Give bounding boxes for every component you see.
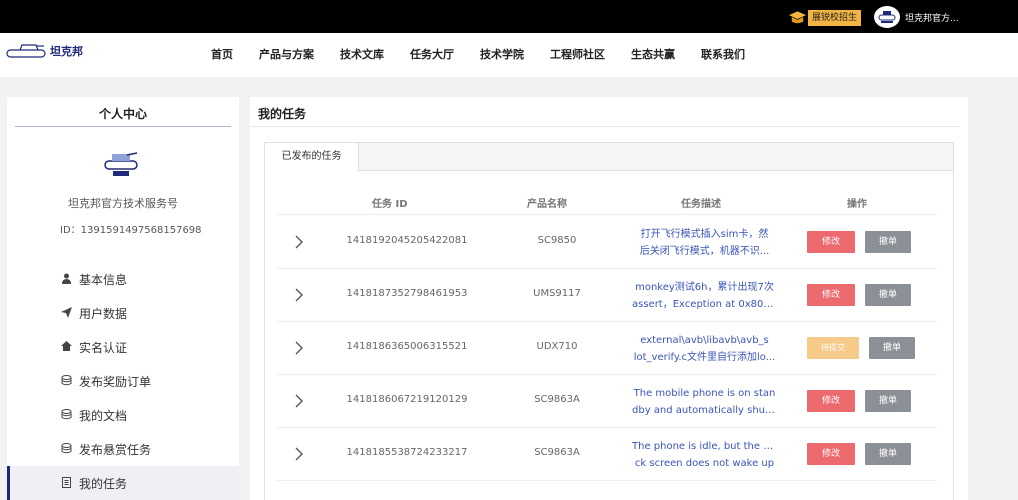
product-name: SC9863A [534, 447, 580, 458]
sidebar-item-label: 发布奖励订单 [79, 375, 152, 389]
description-line-1: The mobile phone is on stan [633, 388, 776, 399]
database-icon [61, 409, 72, 420]
task-id: 1418186067219120129 [346, 394, 468, 405]
sidebar-item-bounty-tasks[interactable]: 发布悬赏任务 [7, 434, 239, 464]
description-line-1: external\avb\libavb\avb_s [640, 335, 769, 346]
withdraw-button[interactable]: 撤单 [865, 231, 911, 253]
withdraw-button[interactable]: 撤单 [865, 284, 911, 306]
tasks-tab-panel: 已发布的任务 任务 ID 产品名称 任务描述 操作 14181920452054… [264, 142, 954, 500]
sidebar-item-label: 用户数据 [79, 307, 128, 321]
user-name: 坦克邦官方... [905, 13, 959, 24]
nav-link-academy[interactable]: 技术学院 [480, 46, 524, 62]
nav-link-contact[interactable]: 联系我们 [701, 46, 745, 62]
sidebar-title: 个人中心 [98, 107, 147, 121]
sidebar-item-label: 我的文档 [79, 409, 128, 423]
task-description[interactable]: monkey测试6h，累计出现7次 assert，Exception at 0x… [632, 279, 777, 313]
column-header-actions: 操作 [847, 199, 867, 210]
divider [250, 126, 960, 127]
account-name: 坦克邦官方技术服务号 [68, 197, 178, 210]
withdraw-button[interactable]: 撤单 [865, 443, 911, 465]
main-nav: 坦克邦 首页 产品与方案 技术文库 任务大厅 技术学院 工程师社区 生态共赢 联… [0, 33, 1018, 77]
user-menu[interactable]: 坦克邦官方... [874, 6, 959, 28]
edit-button[interactable]: 修改 [807, 443, 855, 465]
sidebar: 个人中心 坦克邦官方技术服务号 ID：1391591497568157698 基… [7, 97, 239, 500]
sidebar-item-label: 我的任务 [79, 477, 128, 491]
table-row: 1418185538724233217 SC9863A The phone is… [277, 428, 937, 481]
sidebar-item-my-docs[interactable]: 我的文档 [7, 400, 239, 430]
column-header-task-id: 任务 ID [372, 199, 408, 210]
avatar [874, 6, 900, 28]
withdraw-button[interactable]: 撤单 [869, 337, 915, 359]
home-icon [61, 341, 72, 352]
sidebar-item-basic-info[interactable]: 基本信息 [7, 264, 239, 294]
sidebar-item-reward-orders[interactable]: 发布奖励订单 [7, 366, 239, 396]
page-title: 我的任务 [258, 107, 307, 121]
sidebar-item-label: 基本信息 [79, 273, 128, 287]
edit-button[interactable]: 修改 [807, 231, 855, 253]
sidebar-item-label: 发布悬赏任务 [79, 443, 152, 457]
description-line-2: lot_verify.c文件里自行添加lo... [633, 352, 776, 363]
product-name: UMS9117 [533, 288, 581, 299]
nav-link-home[interactable]: 首页 [211, 46, 233, 62]
description-line-2: 后关闭飞行模式，机器不识... [639, 246, 770, 257]
description-line-1: monkey测试6h，累计出现7次 [635, 282, 774, 293]
divider [15, 126, 231, 127]
task-description[interactable]: 打开飞行模式插入sim卡，然 后关闭飞行模式，机器不识... [632, 226, 777, 260]
table-row: 1418192045205422081 SC9850 打开飞行模式插入sim卡，… [277, 216, 937, 269]
nav-link-products[interactable]: 产品与方案 [259, 46, 314, 62]
graduation-cap-icon [788, 11, 807, 24]
user-icon [61, 273, 72, 284]
task-id: 1418187352798461953 [346, 288, 468, 299]
product-name: UDX710 [536, 341, 578, 352]
pending-submit-button[interactable]: 待提交 [807, 337, 859, 359]
task-description[interactable]: external\avb\libavb\avb_s lot_verify.c文件… [632, 332, 777, 366]
tankbang-logo-icon [6, 44, 46, 58]
tankbang-logo-icon [878, 11, 896, 23]
nav-link-task-hall[interactable]: 任务大厅 [410, 46, 454, 62]
tab-bar: 已发布的任务 [265, 143, 953, 172]
task-description[interactable]: The phone is idle, but the bla ck screen… [632, 438, 777, 472]
nav-link-community[interactable]: 工程师社区 [550, 46, 605, 62]
task-id: 1418186365006315521 [346, 341, 468, 352]
top-bar: 展锐校招生 坦克邦官方... [0, 0, 1018, 33]
table-header: 任务 ID 产品名称 任务描述 操作 [277, 189, 937, 215]
edit-button[interactable]: 修改 [807, 390, 855, 412]
nav-link-library[interactable]: 技术文库 [340, 46, 384, 62]
table-row: 1418187352798461953 UMS9117 monkey测试6h，累… [277, 269, 937, 322]
brand-name: 坦克邦 [50, 45, 83, 58]
send-icon [61, 307, 72, 318]
task-description[interactable]: The mobile phone is on stan dby and auto… [632, 385, 777, 419]
campus-recruit-link[interactable]: 展锐校招生 [788, 8, 862, 28]
tab-published-tasks[interactable]: 已发布的任务 [265, 143, 359, 172]
sidebar-item-user-data[interactable]: 用户数据 [7, 298, 239, 328]
column-header-product: 产品名称 [527, 199, 567, 210]
description-line-2: ck screen does not wake up [634, 458, 775, 469]
task-id: 1418185538724233217 [346, 447, 468, 458]
edit-button[interactable]: 修改 [807, 284, 855, 306]
profile-avatar [104, 152, 138, 176]
description-line-2: dby and automatically shuts... [632, 405, 777, 416]
withdraw-button[interactable]: 撤单 [865, 390, 911, 412]
database-icon [61, 443, 72, 454]
nav-link-ecosystem[interactable]: 生态共赢 [631, 46, 675, 62]
description-line-1: The phone is idle, but the bla [632, 441, 777, 452]
table-row: 1418186067219120129 SC9863A The mobile p… [277, 375, 937, 428]
task-id: 1418192045205422081 [346, 235, 468, 246]
description-line-2: assert，Exception at 0x80eff... [632, 299, 777, 310]
document-icon [61, 477, 72, 488]
account-id: ID：1391591497568157698 [60, 225, 202, 236]
campus-recruit-label: 展锐校招生 [808, 10, 862, 26]
table-row: 1418186365006315521 UDX710 external\avb\… [277, 322, 937, 375]
column-header-description: 任务描述 [681, 199, 721, 210]
product-name: SC9850 [537, 235, 577, 246]
nav-links: 首页 产品与方案 技术文库 任务大厅 技术学院 工程师社区 生态共赢 联系我们 [211, 46, 771, 62]
database-icon [61, 375, 72, 386]
main-panel: 我的任务 已发布的任务 任务 ID 产品名称 任务描述 操作 141819204… [250, 97, 968, 500]
sidebar-item-my-tasks[interactable]: 我的任务 [7, 466, 239, 500]
description-line-1: 打开飞行模式插入sim卡，然 [640, 229, 769, 240]
site-logo[interactable]: 坦克邦 [6, 43, 83, 59]
sidebar-item-label: 实名认证 [79, 341, 128, 355]
sidebar-item-verification[interactable]: 实名认证 [7, 332, 239, 362]
product-name: SC9863A [534, 394, 580, 405]
